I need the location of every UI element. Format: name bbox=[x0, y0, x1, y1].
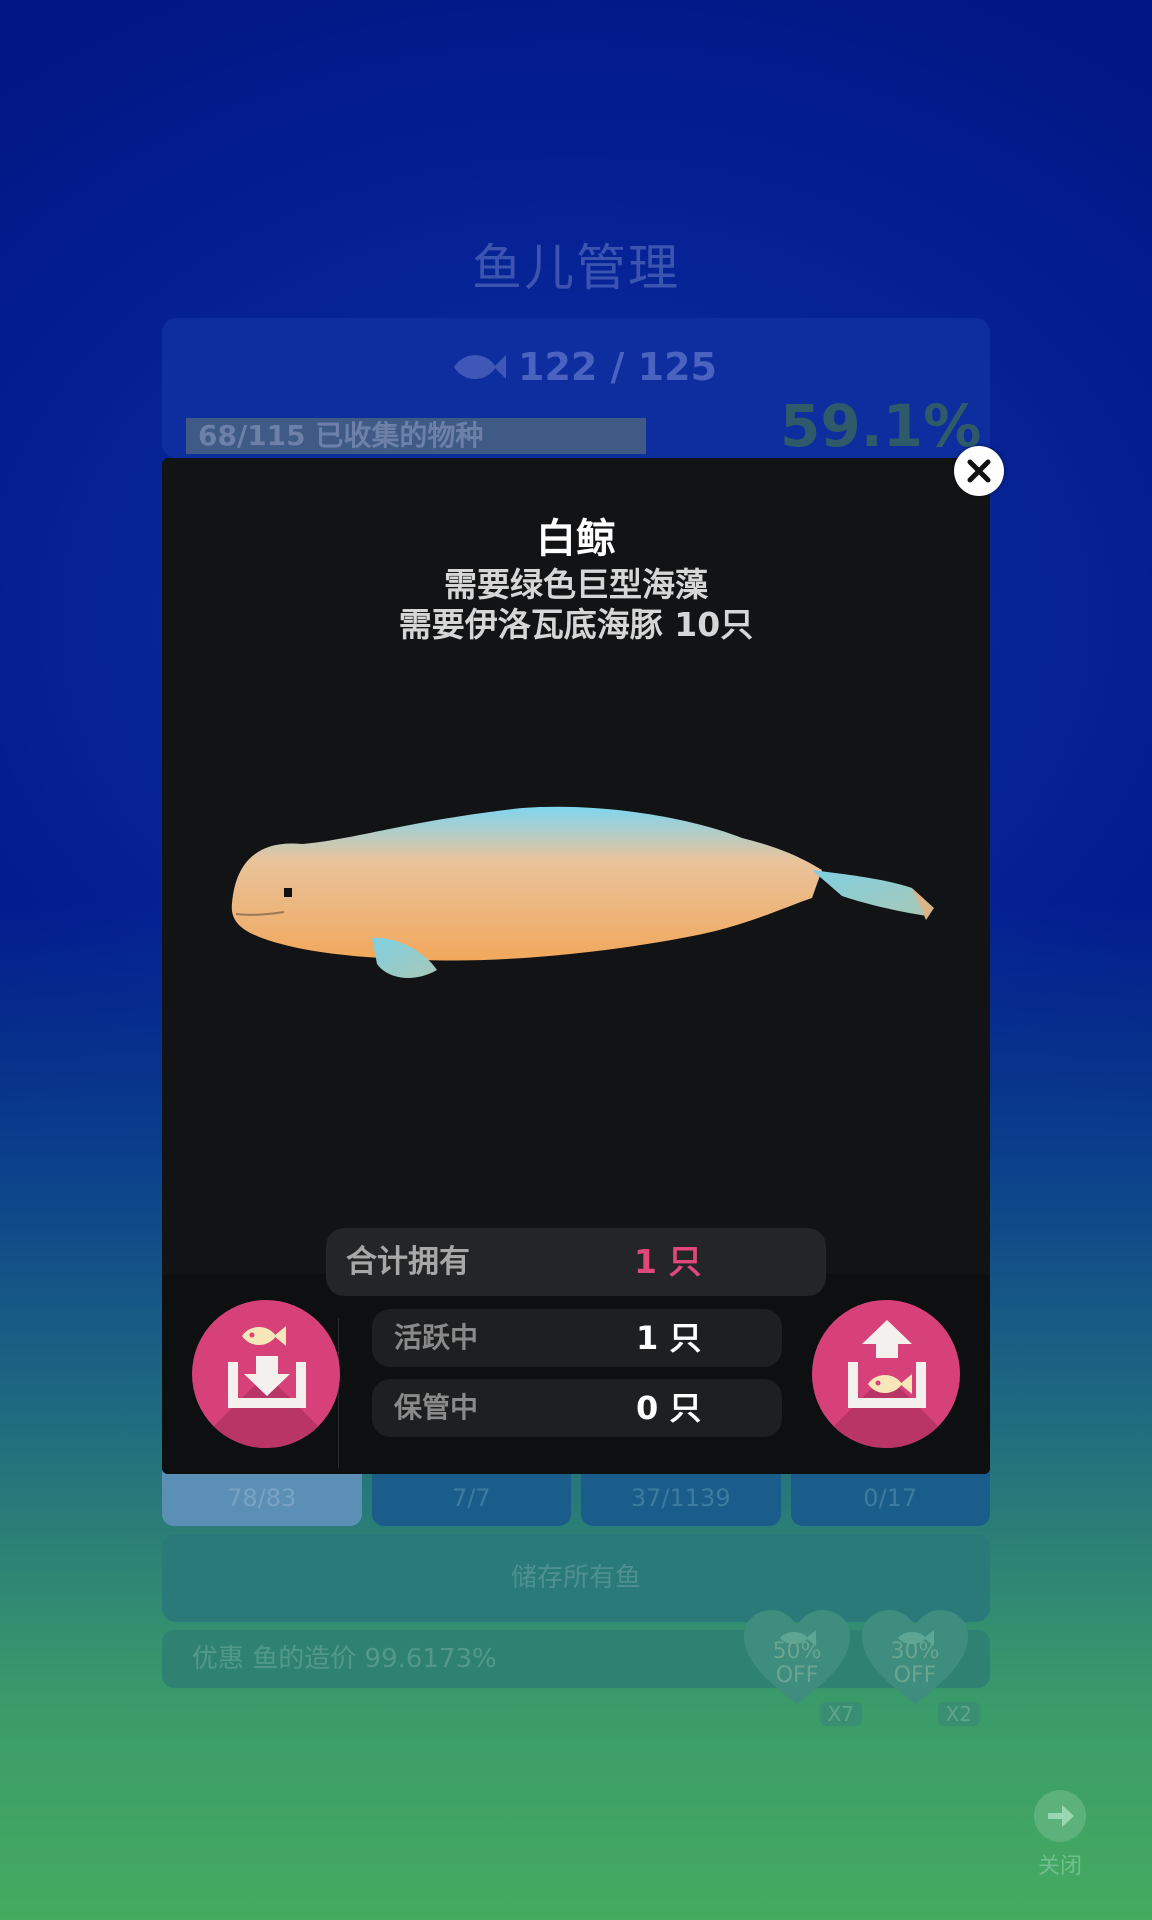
coupon-qty: X2 bbox=[937, 1702, 980, 1726]
page-title: 鱼儿管理 bbox=[472, 239, 680, 297]
store-fish-icon bbox=[228, 1326, 306, 1408]
tab-2[interactable]: 7/7 bbox=[371, 1470, 571, 1526]
coupon-50[interactable]: 50% OFF X7 bbox=[742, 1608, 862, 1726]
release-fish-button[interactable] bbox=[812, 1300, 960, 1448]
collection-percent: 59.1% bbox=[780, 392, 982, 460]
coupon-off: OFF bbox=[893, 1663, 937, 1688]
total-owned-row: 合计拥有 1 只 bbox=[326, 1228, 826, 1296]
coupon-off: OFF bbox=[775, 1663, 819, 1688]
category-tabs: 78/83 7/7 37/1139 0/17 bbox=[162, 1470, 990, 1526]
fish-name: 白鲸 bbox=[536, 516, 616, 562]
active-label: 活跃中 bbox=[394, 1321, 479, 1354]
tab-4[interactable]: 0/17 bbox=[790, 1470, 990, 1526]
total-owned-value: 1 只 bbox=[634, 1242, 702, 1281]
store-fish-button[interactable] bbox=[192, 1300, 340, 1448]
requirement-2: 需要伊洛瓦底海豚 10只 bbox=[398, 605, 754, 644]
fish-count: 122 / 125 bbox=[450, 345, 717, 389]
active-row: 活跃中 1 只 bbox=[372, 1309, 782, 1367]
page-close-label: 关闭 bbox=[1037, 1854, 1082, 1879]
stored-label: 保管中 bbox=[394, 1391, 479, 1424]
modal-close-button[interactable] bbox=[954, 446, 1004, 496]
coupon-pct: 30% bbox=[890, 1639, 940, 1664]
arrow-right-icon bbox=[1034, 1790, 1086, 1842]
active-value: 1 只 bbox=[636, 1319, 702, 1357]
release-fish-icon bbox=[848, 1320, 926, 1408]
stored-value: 0 只 bbox=[636, 1389, 702, 1427]
tab-1[interactable]: 78/83 bbox=[162, 1470, 362, 1526]
fish-detail-modal: 白鲸 需要绿色巨型海藻 需要伊洛瓦底海豚 10只 合计拥有 1 只 活跃中 1 … bbox=[162, 458, 990, 1474]
beluga-whale-image bbox=[231, 806, 934, 978]
fish-count-text: 122 / 125 bbox=[518, 345, 717, 389]
total-owned-label: 合计拥有 bbox=[346, 1244, 470, 1280]
tab-3[interactable]: 37/1139 bbox=[581, 1470, 781, 1526]
fish-icon bbox=[454, 355, 506, 379]
collected-species: 68/115 已收集的物种 bbox=[186, 418, 646, 454]
coupon-qty: X7 bbox=[819, 1702, 862, 1726]
stored-row: 保管中 0 只 bbox=[372, 1379, 782, 1437]
close-icon bbox=[967, 459, 991, 483]
coupon-pct: 50% bbox=[772, 1639, 822, 1664]
page-close-button[interactable]: 关闭 bbox=[1030, 1790, 1090, 1880]
coupon-30[interactable]: 30% OFF X2 bbox=[860, 1608, 980, 1726]
